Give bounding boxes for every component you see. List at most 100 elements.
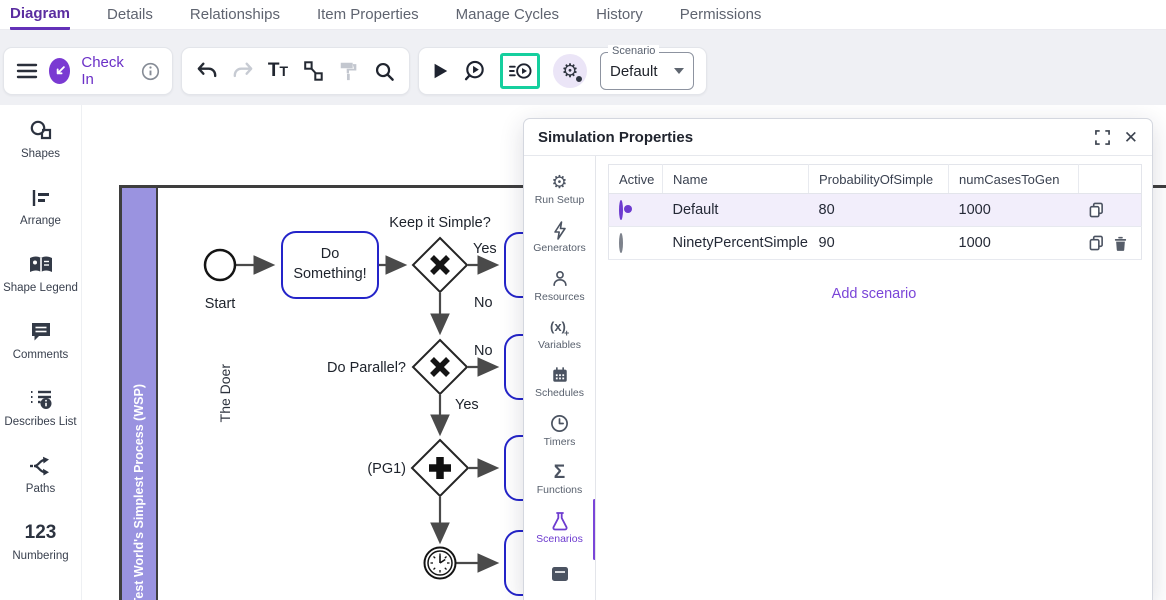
validate-simulation-icon[interactable] bbox=[462, 59, 487, 84]
scenario-name[interactable]: NinetyPercentSimple bbox=[663, 227, 809, 260]
rail-item-variables[interactable]: (x)+ Variables bbox=[524, 309, 596, 357]
describes-list-icon bbox=[28, 387, 54, 411]
redo-icon[interactable] bbox=[232, 61, 254, 81]
paths-icon bbox=[28, 454, 54, 478]
add-scenario-link[interactable]: Add scenario bbox=[608, 286, 1140, 302]
check-in-icon[interactable] bbox=[49, 58, 70, 84]
toolbar-strip: Check In TT ⚙ bbox=[0, 30, 1166, 105]
chevron-down-icon bbox=[674, 68, 684, 74]
sidebar-item-shape-legend[interactable]: Shape Legend bbox=[2, 253, 80, 296]
copy-icon[interactable] bbox=[1089, 202, 1104, 218]
table-row-default[interactable]: Default 80 1000 bbox=[609, 194, 1142, 227]
rail-item-scenarios[interactable]: Scenarios bbox=[524, 503, 596, 551]
scenario-name[interactable]: Default bbox=[663, 194, 809, 227]
toolbar-group-simulation: ⚙ Scenario Default bbox=[418, 47, 707, 95]
rail-item-generators[interactable]: Generators bbox=[524, 212, 596, 260]
format-painter-icon[interactable] bbox=[338, 60, 360, 82]
gateway1-no-label: No bbox=[474, 295, 493, 311]
scenarios-table: Active Name ProbabilityOfSimple numCases… bbox=[608, 164, 1142, 260]
close-icon[interactable]: ✕ bbox=[1124, 129, 1138, 146]
info-icon[interactable] bbox=[141, 62, 160, 81]
scenario-dropdown-label: Scenario bbox=[608, 45, 659, 57]
tab-permissions[interactable]: Permissions bbox=[680, 0, 762, 30]
expand-dialog-icon[interactable] bbox=[1095, 130, 1110, 145]
col-header-probability: ProbabilityOfSimple bbox=[809, 165, 949, 194]
simulation-results-button[interactable] bbox=[500, 53, 540, 89]
arrange-icon bbox=[29, 186, 53, 210]
gateway2-no-label: No bbox=[474, 343, 493, 359]
numbering-123-icon: 123 bbox=[25, 521, 57, 545]
calendar-icon bbox=[551, 364, 569, 386]
trash-icon[interactable] bbox=[1114, 236, 1127, 251]
sigma-icon: Σ bbox=[554, 461, 565, 483]
tab-manage-cycles[interactable]: Manage Cycles bbox=[456, 0, 559, 30]
tab-history[interactable]: History bbox=[596, 0, 643, 30]
sidebar-item-comments[interactable]: Comments bbox=[2, 320, 80, 363]
sidebar-item-describes-list[interactable]: Describes List bbox=[2, 387, 80, 430]
comments-icon bbox=[29, 320, 53, 344]
hamburger-menu-icon[interactable] bbox=[16, 62, 38, 80]
left-tool-sidebar: Shapes Arrange Shape Legend Comments Des… bbox=[0, 105, 82, 600]
rail-item-schedules[interactable]: Schedules bbox=[524, 358, 596, 406]
sidebar-item-shapes[interactable]: Shapes bbox=[2, 119, 80, 162]
variables-icon: (x)+ bbox=[549, 316, 571, 338]
task-do-something-label: Do Something! bbox=[289, 232, 371, 298]
rail-item-functions[interactable]: Σ Functions bbox=[524, 455, 596, 503]
col-header-active: Active bbox=[609, 165, 663, 194]
gateway1-yes-label: Yes bbox=[473, 241, 497, 257]
scenario-numcases[interactable]: 1000 bbox=[949, 194, 1079, 227]
tab-details[interactable]: Details bbox=[107, 0, 153, 30]
flask-icon bbox=[551, 510, 569, 532]
start-label: Start bbox=[205, 296, 236, 312]
scenarios-panel: Active Name ProbabilityOfSimple numCases… bbox=[596, 156, 1152, 600]
start-event[interactable] bbox=[205, 250, 235, 280]
simulation-settings-gear-icon[interactable]: ⚙ bbox=[553, 54, 587, 88]
copy-icon[interactable] bbox=[1089, 235, 1104, 251]
shape-legend-icon bbox=[27, 253, 55, 277]
svg-text:+: + bbox=[564, 328, 569, 337]
sidebar-item-numbering[interactable]: 123 Numbering bbox=[2, 521, 80, 564]
rail-item-resources[interactable]: Resources bbox=[524, 261, 596, 309]
diagram-canvas[interactable]: Test World's Simplest Process (WSP) The … bbox=[82, 105, 1166, 600]
dialog-header[interactable]: Simulation Properties ✕ bbox=[524, 119, 1152, 156]
connector-icon[interactable] bbox=[302, 60, 324, 82]
table-row-ninetypercent[interactable]: NinetyPercentSimple 90 1000 bbox=[609, 227, 1142, 260]
person-icon bbox=[551, 268, 569, 290]
run-simulation-play-icon[interactable] bbox=[431, 61, 449, 81]
clock-icon bbox=[550, 413, 569, 435]
rail-item-timers[interactable]: Timers bbox=[524, 406, 596, 454]
scenario-probability[interactable]: 80 bbox=[809, 194, 949, 227]
scenario-dropdown-value: Default bbox=[610, 63, 658, 80]
gateway1-label: Keep it Simple? bbox=[389, 215, 491, 231]
gateway2-label: Do Parallel? bbox=[327, 360, 406, 376]
undo-icon[interactable] bbox=[196, 61, 218, 81]
radio-active-ninetypercent[interactable] bbox=[619, 233, 623, 253]
rail-item-partial-bottom[interactable] bbox=[524, 552, 596, 600]
dialog-title: Simulation Properties bbox=[538, 129, 693, 146]
scenario-numcases[interactable]: 1000 bbox=[949, 227, 1079, 260]
radio-active-default[interactable] bbox=[619, 200, 623, 220]
shapes-icon bbox=[28, 119, 54, 143]
sidebar-item-paths[interactable]: Paths bbox=[2, 454, 80, 497]
scenario-probability[interactable]: 90 bbox=[809, 227, 949, 260]
tab-diagram[interactable]: Diagram bbox=[10, 0, 70, 30]
lightning-bolt-icon bbox=[553, 219, 567, 241]
gateway2-yes-label: Yes bbox=[455, 397, 479, 413]
col-header-numcases: numCasesToGen bbox=[949, 165, 1079, 194]
col-header-actions bbox=[1079, 165, 1142, 194]
tab-item-properties[interactable]: Item Properties bbox=[317, 0, 419, 30]
tab-relationships[interactable]: Relationships bbox=[190, 0, 280, 30]
dialog-nav-rail: ⚙ Run Setup Generators Resources bbox=[524, 156, 596, 600]
sidebar-item-arrange[interactable]: Arrange bbox=[2, 186, 80, 229]
text-style-icon[interactable]: TT bbox=[268, 60, 288, 82]
check-in-button[interactable]: Check In bbox=[81, 54, 130, 88]
toolbar-group-checkin: Check In bbox=[3, 47, 173, 95]
timer-event[interactable] bbox=[425, 548, 456, 579]
col-header-name: Name bbox=[663, 165, 809, 194]
scenario-dropdown[interactable]: Scenario Default bbox=[600, 52, 694, 90]
partial-bottom-icon bbox=[550, 565, 570, 587]
search-icon[interactable] bbox=[374, 61, 395, 82]
rail-item-run-setup[interactable]: ⚙ Run Setup bbox=[524, 164, 596, 212]
top-tab-bar: Diagram Details Relationships Item Prope… bbox=[0, 0, 1166, 30]
gear-icon: ⚙ bbox=[551, 171, 567, 193]
